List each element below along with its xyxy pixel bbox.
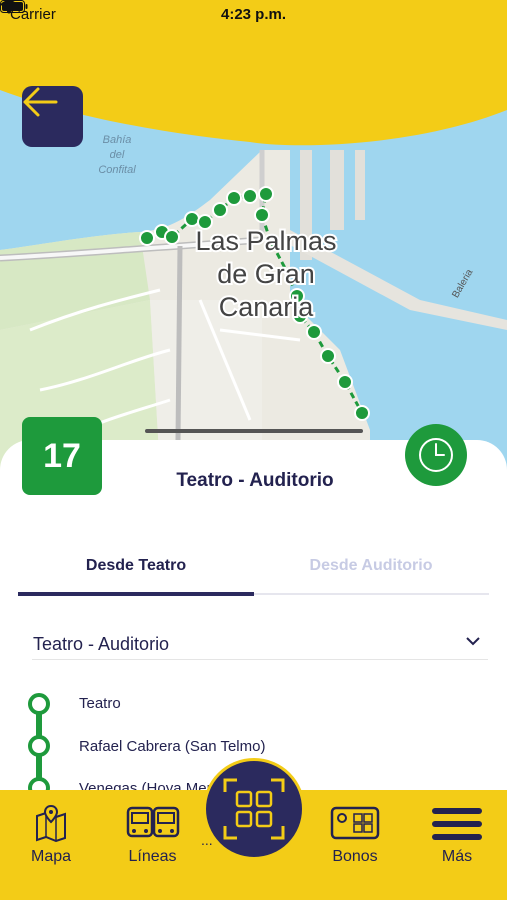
status-time: 4:23 p.m. xyxy=(220,6,287,23)
back-button[interactable] xyxy=(22,86,83,147)
tab-bar-lineas[interactable]: Líneas xyxy=(110,790,195,900)
tab-bar-mas[interactable]: Más xyxy=(418,790,496,900)
stop-item[interactable]: Rafael Cabrera (San Telmo) xyxy=(79,738,265,755)
tab-bar-label-mapa: Mapa xyxy=(30,848,72,865)
map-city-label-3: Canaria xyxy=(219,292,315,322)
map-icon xyxy=(36,804,66,842)
qr-scan-button[interactable] xyxy=(203,758,305,860)
bus-icon xyxy=(126,806,180,838)
qr-scan-icon xyxy=(223,778,285,840)
tab-bar-label-mas: Más xyxy=(441,848,473,865)
map-street-label: Baleria xyxy=(450,267,475,300)
stop-item[interactable]: Teatro xyxy=(79,695,121,712)
tab-bar-mapa[interactable]: Mapa xyxy=(10,790,92,900)
stop-marker xyxy=(28,735,50,757)
map-bay-label-2: del xyxy=(110,149,125,161)
schedule-button[interactable] xyxy=(405,424,467,486)
clock-icon xyxy=(419,438,453,472)
tab-desde-auditorio[interactable]: Desde Auditorio xyxy=(253,557,489,581)
route-line-badge: 17 xyxy=(22,417,102,495)
battery-icon xyxy=(0,0,28,13)
stop-marker xyxy=(28,693,50,715)
map-bay-label-3: Confital xyxy=(98,164,136,176)
map-city-label-2: de Gran xyxy=(217,259,315,289)
route-select-value: Teatro - Auditorio xyxy=(33,634,170,654)
header: Carrier 4:23 p.m. xyxy=(0,0,507,150)
arrow-left-icon xyxy=(23,87,58,117)
route-title: Teatro - Auditorio xyxy=(176,470,334,491)
tab-active-indicator xyxy=(18,592,254,596)
tab-desde-teatro[interactable]: Desde Teatro xyxy=(18,557,254,581)
card-icon xyxy=(330,806,380,840)
menu-icon xyxy=(432,808,482,840)
tab-bar-bonos[interactable]: Bonos xyxy=(315,790,395,900)
chevron-down-icon xyxy=(466,637,480,646)
tab-bar-label-bonos: Bonos xyxy=(332,848,378,865)
route-direction-select[interactable]: Teatro - Auditorio xyxy=(32,628,488,660)
map-city-label-1: Las Palmas xyxy=(195,226,336,256)
sheet-drag-handle[interactable] xyxy=(145,429,363,433)
tab-bar-label-lineas: Líneas xyxy=(128,848,177,865)
